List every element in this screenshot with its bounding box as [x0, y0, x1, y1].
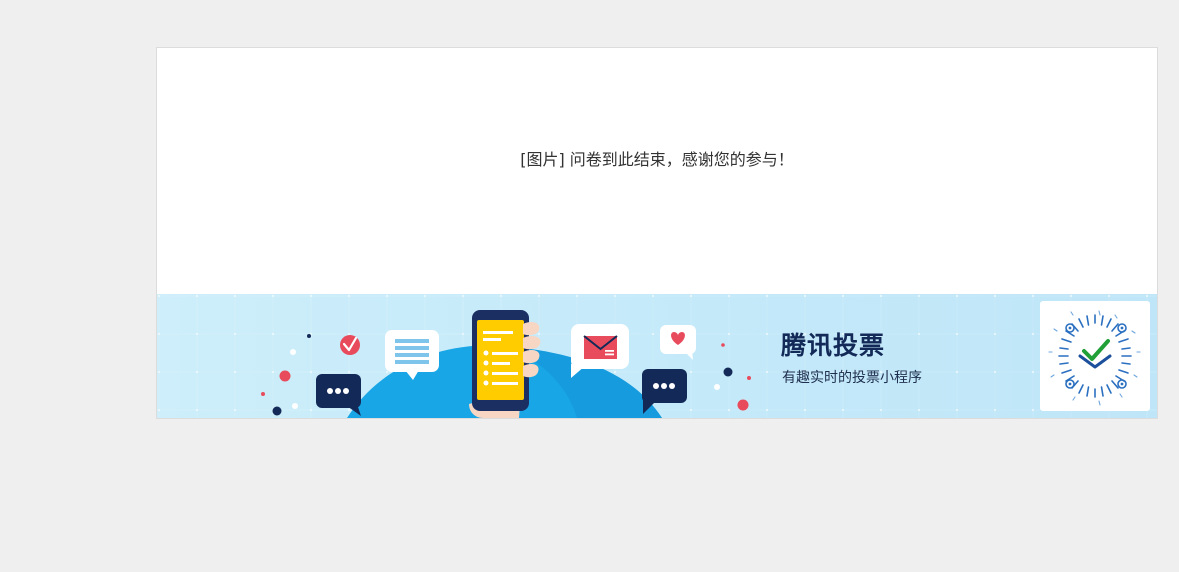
- survey-end-message: [图片] 问卷到此结束，感谢您的参与！: [520, 150, 794, 169]
- brand-subtitle: 有趣实时的投票小程序: [782, 370, 922, 386]
- tencent-vote-banner[interactable]: 腾讯投票 有趣实时的投票小程序: [157, 294, 1157, 418]
- banner-illustration: [157, 294, 1157, 418]
- check-icon: [340, 335, 360, 355]
- brand-title: 腾讯投票: [781, 331, 886, 360]
- qr-code[interactable]: [1040, 301, 1150, 411]
- message-area: [图片] 问卷到此结束，感谢您的参与！: [157, 48, 1157, 294]
- survey-card: [图片] 问卷到此结束，感谢您的参与！ 腾讯投票 有趣实时的投票小程序: [156, 47, 1158, 419]
- qr-code-icon: [1048, 310, 1141, 406]
